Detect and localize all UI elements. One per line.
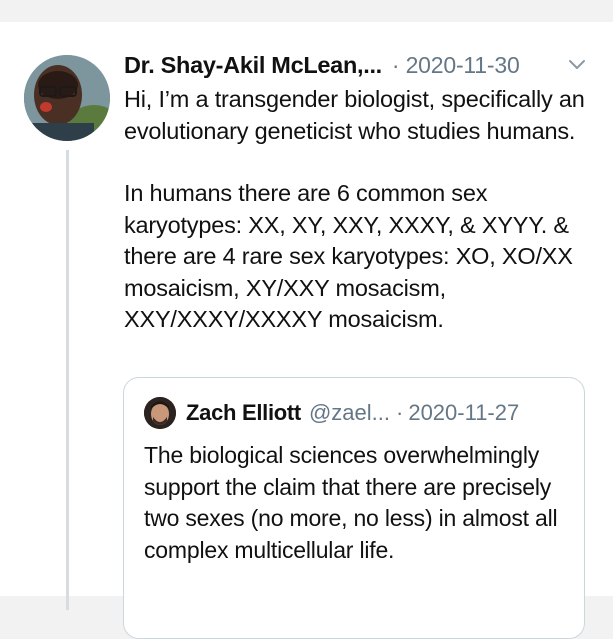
author-avatar-image	[24, 55, 110, 141]
quoted-author-name[interactable]: Zach Elliott	[186, 400, 301, 426]
separator-dot: ·	[396, 400, 404, 425]
tweet-card: Dr. Shay-Akil McLean,... · 2020-11-30 Hi…	[0, 22, 613, 639]
quoted-author-handle[interactable]: @zael...	[309, 400, 390, 426]
author-avatar[interactable]	[24, 55, 110, 141]
tweet-paragraph: Hi, I’m a transgender biologist, specifi…	[124, 86, 585, 144]
thread-line	[66, 150, 69, 610]
quoted-tweet-date[interactable]: 2020-11-27	[408, 400, 519, 426]
quoted-tweet-header: Zach Elliott @zael... · 2020-11-27	[186, 398, 519, 428]
tweet-date[interactable]: 2020-11-30	[406, 52, 520, 79]
tweet-paragraph: In humans there are 6 common sex karyoty…	[124, 180, 573, 332]
separator-dot: ·	[391, 51, 400, 78]
tweet-header: Dr. Shay-Akil McLean,... · 2020-11-30	[124, 48, 604, 82]
author-name[interactable]: Dr. Shay-Akil McLean,...	[124, 52, 382, 79]
quoted-author-avatar[interactable]	[144, 397, 176, 429]
quoted-tweet-text: The biological sciences overwhelmingly s…	[144, 442, 558, 563]
tweet-text: Hi, I’m a transgender biologist, specifi…	[124, 84, 594, 336]
chevron-down-icon[interactable]	[567, 55, 587, 80]
quoted-avatar-image	[144, 397, 176, 429]
